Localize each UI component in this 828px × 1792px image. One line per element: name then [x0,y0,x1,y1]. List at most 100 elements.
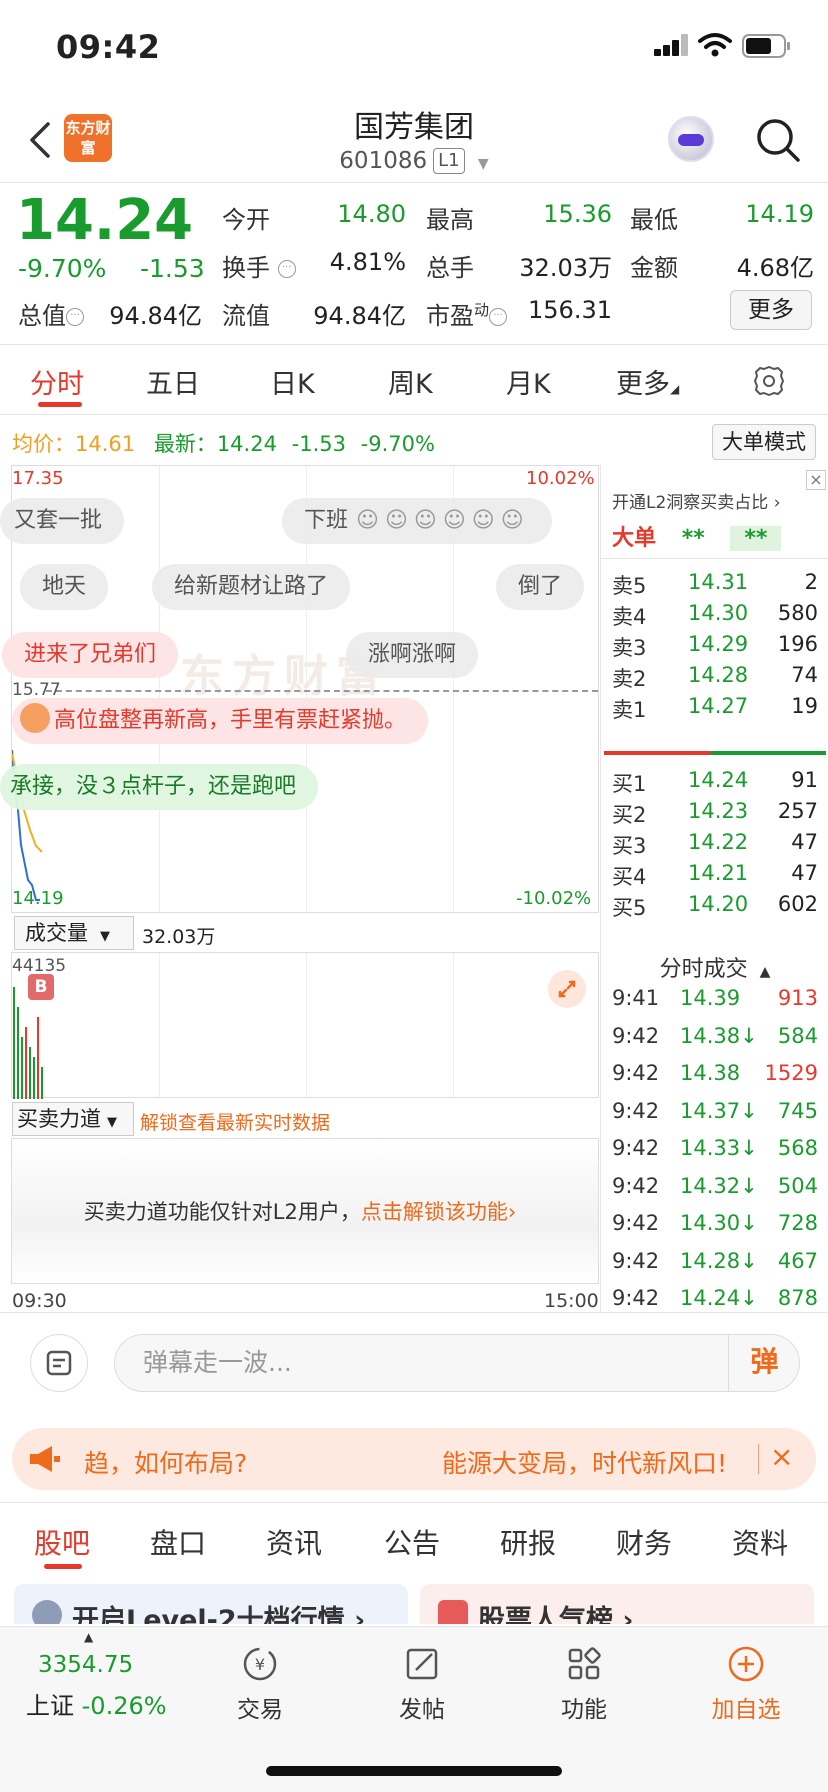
high-label: 最高 [426,206,474,234]
tab-intraday[interactable]: 分时 [30,362,84,401]
tab-finance[interactable]: 财务 [616,1522,672,1562]
comment-list-icon[interactable] [30,1334,88,1392]
battery-icon [742,34,790,58]
buysell-dropdown[interactable]: 买卖力道 ▼ [12,1102,134,1136]
buy-marker[interactable]: B [28,974,54,1000]
trade-record-price: 14.37↓ [680,1098,758,1123]
volume-chart [11,952,599,1099]
ask-level: 卖4 14.30 580 [604,597,824,631]
bid-level-label: 买1 [612,772,647,796]
bid-level-label: 买2 [612,803,647,827]
search-icon[interactable] [754,116,802,164]
tab-announcements[interactable]: 公告 [384,1522,440,1562]
plus-circle-icon [728,1646,764,1682]
more-button[interactable]: 更多 [730,290,812,330]
mktcap-label[interactable]: 总值 ··· [18,296,84,331]
bid-level-label: 买5 [612,896,647,920]
ask-level: 卖2 14.28 74 [604,659,824,693]
nav-add-watchlist[interactable]: 加自选 [686,1644,806,1724]
emoji-icon: ☺☺☺☺☺☺ [356,508,530,533]
danmu-bubble: 涨啊涨啊 [346,632,479,678]
buysell-message[interactable]: 买卖力道功能仅针对L2用户，点击解锁该功能› [0,1196,600,1226]
tab-pankou[interactable]: 盘口 [150,1522,206,1562]
ask-level-vol: 580 [777,601,818,625]
volume-dropdown[interactable]: 成交量 ▼ [14,916,134,950]
trades-title[interactable]: 分时成交 ▲ [604,951,826,983]
settings-gear-icon[interactable] [752,364,786,398]
tab-weekly[interactable]: 周K [388,362,433,401]
banner-divider [758,1444,759,1474]
ask-level-price: 14.30 [688,601,749,625]
bid-level-label: 买3 [612,834,647,858]
tab-research[interactable]: 研报 [500,1522,556,1562]
robot-assistant-icon[interactable] [668,116,714,162]
trade-record-price: 14.30↓ [680,1211,758,1235]
turnover-label[interactable]: 换手 ··· [222,248,296,283]
nav-functions[interactable]: 功能 [524,1644,644,1724]
trade-record: 9:42 14.38 1529 [604,1057,824,1091]
trade-record-time: 9:41 [612,986,660,1010]
mktcap-value: 94.84亿 [109,302,202,330]
nav-trade[interactable]: ¥ 交易 [200,1644,320,1724]
bid-level: 买4 14.21 47 [604,857,824,891]
bid-ask-ratio-bar [604,751,826,755]
info-icon: ··· [277,260,296,278]
index-name-row[interactable]: 上证 -0.26% [26,1686,167,1721]
trade-record-vol: 568 [777,1136,818,1160]
ask-level-label: 卖3 [612,636,647,660]
trade-record-price: 14.33↓ [680,1136,758,1160]
banner-text-left[interactable]: 趋，如何布局? [84,1444,247,1480]
big-order-mode-button[interactable]: 大单模式 [712,424,816,460]
level2-icon [32,1600,62,1624]
bid-level-label: 买4 [612,865,647,889]
bid-level-vol: 91 [791,768,818,792]
tab-5day[interactable]: 五日 [146,362,200,401]
unlock-link[interactable]: 解锁查看最新实时数据 [140,1108,330,1135]
trade-record: 9:42 14.33↓ 568 [604,1132,824,1166]
danmu-input[interactable]: 弹幕走一波... [114,1334,800,1392]
close-icon[interactable]: × [806,470,826,490]
l2-promo-link[interactable]: 开通L2洞察买卖占比 › [612,488,781,513]
danmu-bubble: 给新题材让路了 [152,564,351,610]
expand-icon[interactable] [548,970,586,1008]
ask-level-label: 卖4 [612,605,647,629]
order-book-divider [600,465,601,1313]
axis-top-price: 17.35 [12,468,64,489]
close-icon[interactable]: × [770,1440,793,1473]
ask-level-label: 卖1 [612,698,647,722]
pe-label[interactable]: 市盈动 ··· [426,296,508,331]
low-label: 最低 [630,206,678,234]
tab-news[interactable]: 资讯 [266,1522,322,1562]
danmu-bubble: 倒了 [496,564,585,610]
bid-level-vol: 47 [791,861,818,885]
ask-level-price: 14.31 [688,570,749,594]
tab-guba[interactable]: 股吧 [34,1522,90,1562]
amount-value: 4.68亿 [736,254,814,282]
tab-daily[interactable]: 日K [270,362,315,401]
change-amount: -1.53 [140,254,205,283]
trade-record-time: 9:42 [612,1023,660,1048]
bid-level-price: 14.22 [688,830,749,854]
banner-text-right[interactable]: 能源大变局，时代新风口! [442,1444,727,1480]
tab-more[interactable]: 更多◢ [616,362,679,401]
level-badge: L1 [433,148,465,174]
chart-bar-icon [438,1600,468,1624]
index-value[interactable]: 3354.75 [38,1652,133,1678]
nav-post[interactable]: 发帖 [362,1644,482,1724]
ask-level: 卖3 14.29 196 [604,628,824,662]
caret-down-icon: ▼ [477,156,489,172]
trade-record-price: 14.24↓ [680,1286,758,1310]
yuan-cycle-icon: ¥ [243,1647,277,1681]
trade-record: 9:42 14.30↓ 728 [604,1207,824,1241]
pe-value: 156.31 [528,296,612,324]
promo-card-level2[interactable]: 开启Level-2十档行情 › [14,1584,408,1624]
axis-bottom-pct: -10.02% [516,888,592,909]
tab-monthly[interactable]: 月K [506,362,551,401]
tab-profile[interactable]: 资料 [732,1522,788,1562]
ask-level-price: 14.27 [688,694,749,718]
promo-card-popularity[interactable]: 股票人气榜 › [420,1584,814,1624]
ask-level-vol: 74 [791,663,818,687]
danmu-toggle-button[interactable]: 弹 [728,1334,800,1392]
trade-record: 9:42 14.28↓ 467 [604,1245,824,1279]
trade-record-price: 14.32↓ [680,1173,758,1198]
